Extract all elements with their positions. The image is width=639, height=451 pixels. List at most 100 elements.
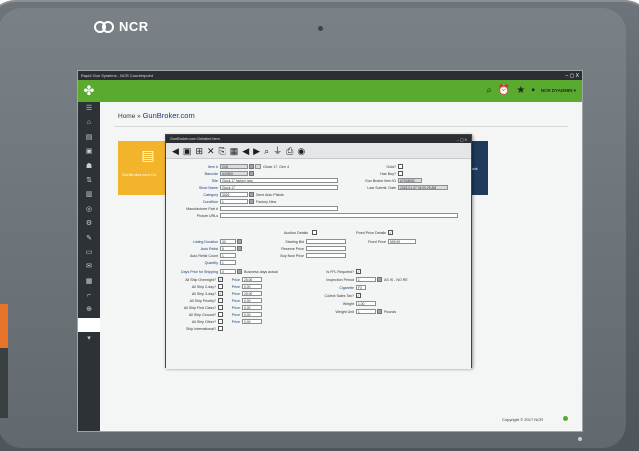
collect-sales-tax-checkbox[interactable]: ✓ [356, 293, 361, 298]
dialog-controls[interactable]: – ▢ X [457, 137, 467, 142]
ship-3day-checkbox[interactable]: ✓ [218, 291, 223, 296]
item-extra-field[interactable] [255, 164, 261, 169]
category-field[interactable]: 3026 [220, 192, 248, 197]
save-icon[interactable]: ▾ [78, 332, 100, 346]
quantity-field[interactable]: 1 [220, 260, 236, 265]
star-icon[interactable]: ★ [516, 85, 525, 97]
search-icon[interactable]: ⌕ [486, 85, 492, 97]
auto-relist-field[interactable]: 5 [220, 246, 236, 251]
orders-icon[interactable]: ⇅ [78, 174, 100, 188]
window-titlebar: Rapid Gun Systems - NCR Counterpoint – ▢… [78, 71, 582, 80]
breadcrumb-home[interactable]: Home [118, 113, 135, 120]
app-logo-icon[interactable]: ✤ [78, 80, 100, 102]
tile-right[interactable]: ook [470, 141, 488, 195]
weight-unit-field[interactable]: 1 [356, 309, 376, 314]
auto-relist-count-field[interactable]: 1 [220, 253, 236, 258]
previous-icon[interactable]: ◀ [242, 145, 249, 157]
print-icon[interactable]: ⎙ [286, 145, 293, 157]
inspection-period-field[interactable]: 1 [356, 277, 376, 282]
settings-icon[interactable]: ⚙ [78, 217, 100, 231]
weight-unit-suffix: Pounds [384, 310, 397, 314]
field-label: All Ship Other? [191, 320, 216, 324]
home-icon[interactable]: ⌂ [78, 116, 100, 130]
home-button-icon[interactable] [578, 437, 582, 441]
price-field[interactable]: 25.00 [242, 277, 262, 282]
field-label: Fixed Price [368, 240, 386, 244]
ffl-required-checkbox[interactable]: ✓ [356, 269, 361, 274]
price-field[interactable]: 0.00 [242, 312, 262, 317]
ship-overnight-checkbox[interactable]: ✓ [218, 277, 223, 282]
has-buy-checkbox[interactable] [398, 171, 403, 176]
weight-field[interactable]: 1.00 [356, 301, 376, 306]
condition-field[interactable]: 1 [220, 199, 248, 204]
books-icon[interactable]: ▦ [78, 275, 100, 289]
delete-icon[interactable]: ✕ [207, 145, 215, 157]
calendar-icon[interactable]: ▭ [78, 246, 100, 260]
save-icon[interactable]: ▣ [183, 145, 192, 157]
document-icon[interactable]: ▤ [78, 131, 100, 145]
lookup-button[interactable] [249, 164, 254, 169]
tools-icon[interactable]: ✎ [78, 232, 100, 246]
item-number-field[interactable]: G00 [220, 164, 248, 169]
ship-first-class-checkbox[interactable] [218, 305, 223, 310]
fixed-price-details-checkbox[interactable]: ✓ [388, 230, 393, 235]
ship-2day-checkbox[interactable] [218, 284, 223, 289]
lookup-button[interactable] [249, 171, 254, 176]
price-field[interactable]: 25.00 [242, 291, 262, 296]
gun-icon[interactable]: ⌐ [78, 289, 100, 303]
gold-checkbox[interactable] [398, 164, 403, 169]
alarm-icon[interactable]: ⏰ [498, 85, 510, 97]
add-icon[interactable]: ⊞ [195, 145, 203, 157]
camera-icon[interactable]: ◉ [297, 145, 305, 157]
breadcrumb-separator: » [137, 113, 141, 120]
grid-icon[interactable]: ▦ [230, 145, 239, 157]
help-icon[interactable]: ⊕ [78, 303, 100, 317]
starting-bid-field[interactable] [306, 239, 346, 244]
lookup-button[interactable] [249, 192, 254, 197]
search-icon[interactable]: ⌕ [264, 145, 269, 157]
inventory-icon[interactable]: ▣ [78, 145, 100, 159]
price-field[interactable]: 0.00 [242, 305, 262, 310]
reports-icon[interactable]: ▥ [78, 188, 100, 202]
cigarette-field[interactable]: FX [356, 285, 366, 290]
dropdown-button[interactable] [377, 277, 382, 282]
price-field[interactable]: 0.00 [242, 284, 262, 289]
field-label: Has Buy? [380, 172, 396, 176]
fixed-price-field[interactable]: 599.99 [388, 239, 416, 244]
sidebar-blank[interactable] [78, 317, 100, 333]
picture-urls-field[interactable] [220, 213, 458, 218]
field-label: Days Prior for Shipping [181, 270, 218, 274]
menu-icon[interactable]: ☰ [78, 102, 100, 116]
buy-now-price-field[interactable] [306, 253, 346, 258]
lookup-button[interactable] [249, 199, 254, 204]
dropdown-button[interactable] [377, 309, 382, 314]
dropdown-button[interactable] [237, 239, 242, 244]
back-icon[interactable]: ◀ [172, 145, 179, 157]
ship-priority-checkbox[interactable] [218, 298, 223, 303]
messages-icon[interactable]: ✉ [78, 260, 100, 274]
title-field[interactable]: Glock 17 factory new [220, 178, 338, 183]
reserve-price-field[interactable] [306, 246, 346, 251]
filter-icon[interactable]: ⏚ [273, 145, 282, 157]
short-name-field[interactable]: Glock 17 [220, 185, 338, 190]
window-controls[interactable]: – ▢ X [565, 73, 579, 79]
listing-duration-field[interactable]: 30 [220, 239, 236, 244]
copy-icon[interactable]: ⎘ [219, 145, 226, 157]
ship-ground-checkbox[interactable] [218, 312, 223, 317]
ship-international-checkbox[interactable] [218, 326, 223, 331]
customers-icon[interactable]: ☗ [78, 160, 100, 174]
barcode-field[interactable]: 647800 [220, 171, 248, 176]
next-icon[interactable]: ▶ [253, 145, 260, 157]
user-menu[interactable]: NCR DYADMIN ▾ [541, 88, 576, 94]
auction-details-checkbox[interactable] [312, 230, 317, 235]
user-icon[interactable]: ▪ [531, 85, 535, 97]
mfr-part-field[interactable] [220, 206, 338, 211]
lookup-icon[interactable]: ◎ [78, 203, 100, 217]
dropdown-button[interactable] [237, 269, 242, 274]
price-label: Price [231, 292, 240, 296]
days-prior-field[interactable]: 0 [220, 269, 236, 274]
price-field[interactable]: 0.00 [242, 319, 262, 324]
price-field[interactable]: 0.00 [242, 298, 262, 303]
ship-other-checkbox[interactable] [218, 319, 223, 324]
dropdown-button[interactable] [237, 246, 242, 251]
